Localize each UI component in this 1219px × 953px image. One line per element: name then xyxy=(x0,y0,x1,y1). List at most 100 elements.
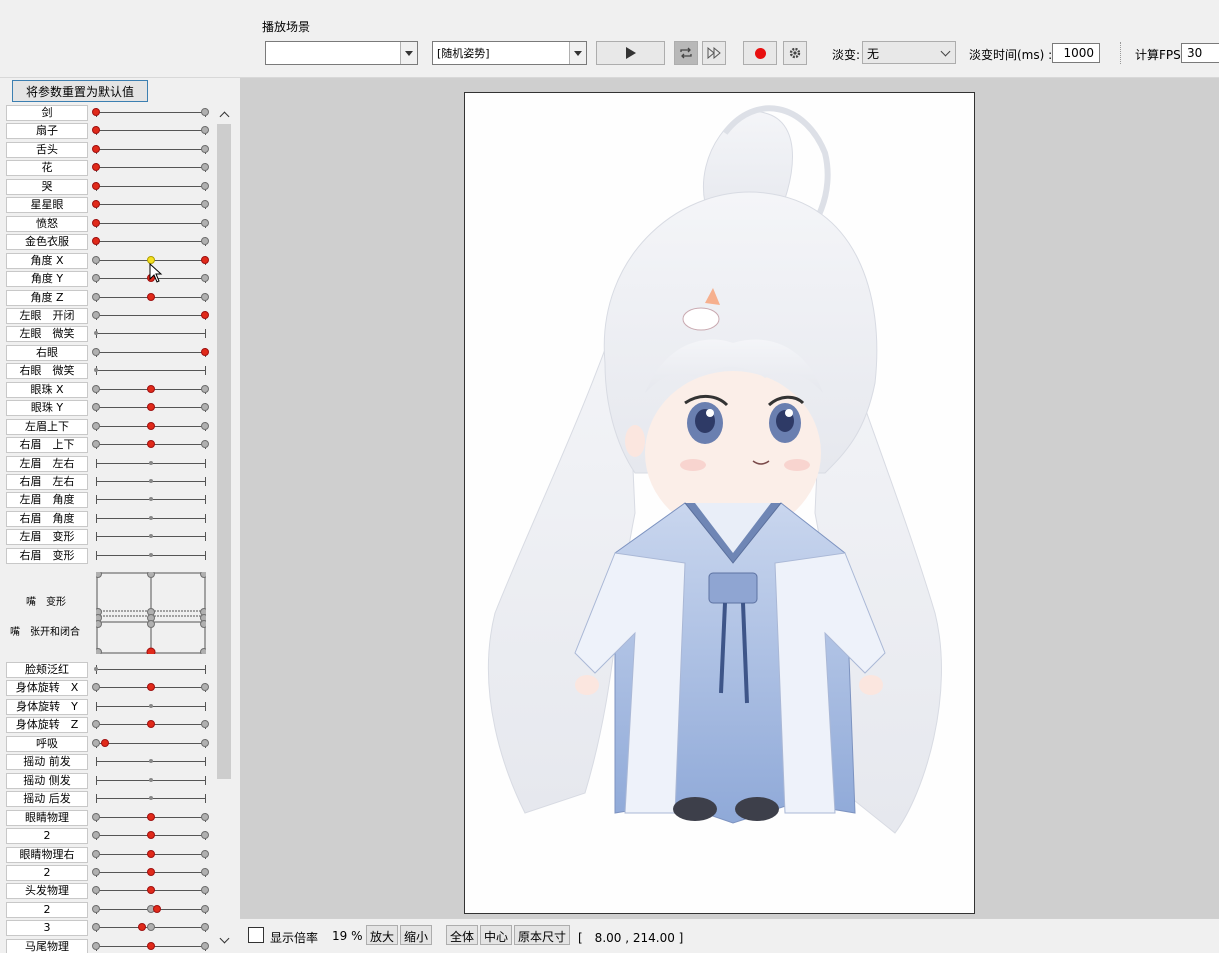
slider-knob[interactable] xyxy=(148,777,153,782)
slider-knob[interactable] xyxy=(146,683,155,692)
next-button[interactable] xyxy=(702,41,726,65)
param-scrollbar[interactable] xyxy=(214,104,234,950)
slider-knob[interactable] xyxy=(92,867,100,876)
param-slider[interactable] xyxy=(92,292,209,302)
scroll-up-button[interactable] xyxy=(216,106,232,122)
param-slider[interactable] xyxy=(92,255,209,265)
param-slider[interactable] xyxy=(96,550,206,560)
zoom-in-button[interactable]: 放大 xyxy=(366,925,399,945)
slider-knob[interactable] xyxy=(92,181,100,190)
chevron-down-icon[interactable] xyxy=(569,42,586,64)
param-slider[interactable] xyxy=(92,403,209,413)
slider-knob[interactable] xyxy=(201,831,209,840)
param-slider[interactable] xyxy=(94,366,206,376)
slider-knob[interactable] xyxy=(92,403,100,412)
settings-button[interactable] xyxy=(783,41,807,65)
param-slider[interactable] xyxy=(92,904,209,914)
zoom-out-button[interactable]: 缩小 xyxy=(400,925,433,945)
param-slider[interactable] xyxy=(92,831,209,841)
slider-knob[interactable] xyxy=(92,347,100,356)
fade-time-input[interactable]: 1000 xyxy=(1052,43,1100,63)
param-slider[interactable] xyxy=(92,384,209,394)
param-slider[interactable] xyxy=(96,775,206,785)
param-slider[interactable] xyxy=(92,200,209,210)
slider-knob[interactable] xyxy=(201,237,209,246)
slider-knob[interactable] xyxy=(146,421,155,430)
param-slider[interactable] xyxy=(92,218,209,228)
slider-knob[interactable] xyxy=(146,403,155,412)
slider-knob[interactable] xyxy=(201,126,209,135)
slider-knob[interactable] xyxy=(201,738,209,747)
param-slider[interactable] xyxy=(92,144,209,154)
slider-knob[interactable] xyxy=(201,421,209,430)
param-slider[interactable] xyxy=(92,310,209,320)
param-slider[interactable] xyxy=(96,532,206,542)
slider-knob[interactable] xyxy=(146,384,155,393)
record-button[interactable] xyxy=(743,41,777,65)
slider-knob[interactable] xyxy=(146,812,155,821)
param-slider[interactable] xyxy=(94,665,206,674)
param-slider[interactable] xyxy=(92,720,209,730)
slider-knob[interactable] xyxy=(201,683,209,692)
slider-knob[interactable] xyxy=(146,941,155,950)
slider-knob[interactable] xyxy=(146,923,155,932)
center-button[interactable]: 中心 xyxy=(480,925,513,945)
slider-knob[interactable] xyxy=(201,108,209,116)
param-slider[interactable] xyxy=(92,867,209,877)
slider-knob[interactable] xyxy=(92,421,100,430)
slider-knob[interactable] xyxy=(92,923,100,932)
slider-knob[interactable] xyxy=(148,759,153,764)
slider-knob[interactable] xyxy=(201,720,209,729)
chevron-down-icon[interactable] xyxy=(400,42,417,64)
param-slider[interactable] xyxy=(96,477,206,486)
slider-knob[interactable] xyxy=(201,886,209,895)
slider-knob[interactable] xyxy=(92,144,100,153)
slider-knob[interactable] xyxy=(201,941,209,950)
slider-knob[interactable] xyxy=(146,849,155,858)
slider-knob[interactable] xyxy=(201,274,209,283)
slider-knob[interactable] xyxy=(92,255,100,264)
slider-knob[interactable] xyxy=(146,867,155,876)
reset-params-button[interactable]: 将参数重置为默认值 xyxy=(12,80,148,102)
slider-knob[interactable] xyxy=(92,941,100,950)
param-slider[interactable] xyxy=(92,421,209,431)
model-preview-frame[interactable] xyxy=(464,92,975,914)
slider-knob[interactable] xyxy=(92,720,100,729)
slider-knob[interactable] xyxy=(148,460,153,465)
param-slider[interactable] xyxy=(92,181,209,191)
slider-knob[interactable] xyxy=(201,904,209,913)
slider-knob[interactable] xyxy=(92,200,100,209)
slider-knob[interactable] xyxy=(148,479,153,483)
param-slider[interactable] xyxy=(92,163,209,173)
param-slider[interactable] xyxy=(94,329,206,339)
param-slider[interactable] xyxy=(92,108,209,117)
slider-knob[interactable] xyxy=(148,552,153,557)
slider-knob[interactable] xyxy=(201,218,209,227)
slider-knob[interactable] xyxy=(92,384,100,393)
slider-knob[interactable] xyxy=(153,904,162,913)
param-slider[interactable] xyxy=(92,923,209,933)
slider-knob[interactable] xyxy=(146,886,155,895)
slider-knob[interactable] xyxy=(92,738,100,747)
param-slider[interactable] xyxy=(92,886,209,896)
param-slider[interactable] xyxy=(96,513,206,523)
slider-knob[interactable] xyxy=(146,292,155,301)
mouth-2d-pad[interactable] xyxy=(96,572,206,654)
slider-knob[interactable] xyxy=(92,274,100,283)
param-slider[interactable] xyxy=(92,738,209,748)
loop-toggle[interactable] xyxy=(674,41,698,65)
slider-knob[interactable] xyxy=(92,237,100,246)
slider-knob[interactable] xyxy=(94,368,98,373)
slider-knob[interactable] xyxy=(201,347,209,356)
param-slider[interactable] xyxy=(96,495,206,505)
slider-knob[interactable] xyxy=(201,403,209,412)
pose-select[interactable]: [随机姿势] xyxy=(432,41,587,65)
slider-knob[interactable] xyxy=(201,163,209,172)
show-zoom-checkbox[interactable] xyxy=(248,927,264,943)
slider-knob[interactable] xyxy=(146,831,155,840)
param-slider[interactable] xyxy=(96,757,206,767)
slider-knob[interactable] xyxy=(201,923,209,932)
slider-knob[interactable] xyxy=(92,108,100,116)
param-slider[interactable] xyxy=(96,701,206,711)
slider-knob[interactable] xyxy=(92,310,100,319)
